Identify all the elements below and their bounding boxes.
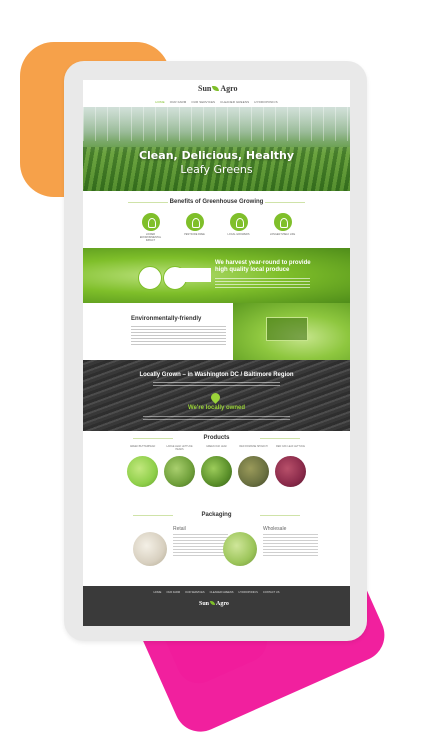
local-text [153, 382, 280, 388]
site-logo[interactable]: Sun Agro [198, 84, 238, 93]
footer-link-our-services[interactable]: Our Services [185, 591, 205, 594]
product-item[interactable]: Green Butterhead [127, 445, 158, 487]
logo-text-sun: Sun [198, 84, 212, 93]
product-image[interactable] [275, 456, 306, 487]
product-label: Green Oak Leaf [206, 445, 227, 448]
locally-owned-heading: We're locally owned [188, 405, 245, 411]
packaging-title: Packaging [201, 512, 232, 518]
harvest-heading: We harvest year-round to provide high qu… [215, 260, 311, 274]
nav-item-cleaner-greens[interactable]: Cleaner Greens [220, 100, 249, 104]
packaging-section: Packaging Retail Wholesale [83, 504, 350, 586]
footer-logo-text-sun: Sun [199, 601, 210, 607]
map-pin-icon [209, 391, 222, 404]
shelf-life-icon [273, 213, 292, 231]
wholesale-image [223, 532, 257, 566]
nav-item-hydroponics[interactable]: Hydroponics [254, 100, 277, 104]
footer-nav: Home Our Farm Our Services Cleaner Green… [83, 591, 350, 594]
benefit-label: Pesticide free [184, 233, 205, 236]
retail-image [133, 532, 167, 566]
divider-right [260, 438, 300, 439]
pesticide-free-icon [185, 213, 204, 231]
product-item[interactable]: Red Romaine Spinach [238, 445, 269, 487]
product-item[interactable]: Green Oak Leaf [201, 445, 232, 487]
hero-banner: Clean, Delicious, Healthy Leafy Greens [83, 107, 350, 191]
benefit-item: Local growers [226, 213, 252, 242]
product-label: Red Romaine Spinach [239, 445, 268, 448]
footer-link-contact-us[interactable]: Contact Us [263, 591, 280, 594]
nav-item-home[interactable]: Home [155, 100, 164, 104]
benefits-section: Benefits of Greenhouse Growing Lower env… [83, 191, 350, 248]
logo-text-agro: Agro [220, 84, 238, 93]
local-heading: Locally Grown – in Washington DC / Balti… [139, 372, 294, 378]
product-label: Green Butterhead [129, 445, 156, 448]
benefit-label: Lower environmental impact [139, 233, 162, 242]
environment-icon [141, 213, 160, 231]
site-footer: Home Our Farm Our Services Cleaner Green… [83, 586, 350, 626]
harvest-text [215, 278, 310, 290]
benefits-title: Benefits of Greenhouse Growing [169, 199, 264, 205]
website-screen: Sun Agro Home Our Farm Our Services Clean… [83, 80, 350, 626]
product-image[interactable] [201, 456, 232, 487]
product-label: Large Leaf Lettuce Heads [166, 445, 193, 451]
benefit-label: Longer shelf life [269, 233, 296, 236]
leaf-icon [212, 86, 220, 91]
local-section: Locally Grown – in Washington DC / Balti… [83, 360, 350, 431]
wholesale-heading: Wholesale [263, 526, 287, 532]
hero-subtitle: Leafy Greens [180, 163, 253, 176]
product-item[interactable]: Large Leaf Lettuce Heads [164, 445, 195, 487]
hero-title: Clean, Delicious, Healthy [138, 149, 295, 162]
product-item[interactable]: Red Oak Leaf Lettuce [275, 445, 306, 487]
products-section: Products Green Butterhead Large Leaf Let… [83, 431, 350, 504]
products-list: Green Butterhead Large Leaf Lettuce Head… [83, 445, 350, 487]
footer-link-cleaner-greens[interactable]: Cleaner Greens [210, 591, 234, 594]
benefit-label: Local growers [227, 233, 250, 236]
product-label: Red Oak Leaf Lettuce [276, 445, 305, 448]
benefit-item: Lower environmental impact [138, 213, 164, 242]
certified-badge-icon [138, 266, 162, 290]
main-nav: Home Our Farm Our Services Cleaner Green… [83, 100, 350, 104]
products-title: Products [203, 435, 230, 441]
retail-heading: Retail [173, 526, 186, 532]
divider-right [265, 202, 305, 203]
benefits-list: Lower environmental impact Pesticide fre… [83, 213, 350, 242]
local-growers-icon [229, 213, 248, 231]
nav-item-our-farm[interactable]: Our Farm [170, 100, 187, 104]
benefit-item: Pesticide free [182, 213, 208, 242]
footer-logo[interactable]: Sun Agro [199, 601, 229, 607]
divider-right [260, 515, 300, 516]
footer-link-home[interactable]: Home [154, 591, 162, 594]
environment-quote-box [266, 317, 308, 341]
environment-section: Environmentally-friendly [83, 303, 350, 360]
product-image[interactable] [127, 456, 158, 487]
benefit-item: Longer shelf life [270, 213, 296, 242]
footer-link-our-farm[interactable]: Our Farm [166, 591, 180, 594]
site-header: Sun Agro Home Our Farm Our Services Clean… [83, 80, 350, 107]
environment-heading: Environmentally-friendly [131, 316, 202, 322]
nav-item-our-services[interactable]: Our Services [191, 100, 215, 104]
footer-logo-text-agro: Agro [216, 601, 229, 607]
wholesale-text [263, 534, 318, 556]
local-owned-text [143, 416, 290, 420]
harvest-callout [173, 268, 211, 282]
footer-link-hydroponics[interactable]: Hydroponics [239, 591, 258, 594]
retail-text [173, 534, 228, 556]
product-image[interactable] [238, 456, 269, 487]
environment-text [131, 326, 226, 346]
greenhouse-roof-image [83, 107, 350, 141]
harvest-section: We harvest year-round to provide high qu… [83, 248, 350, 303]
product-image[interactable] [164, 456, 195, 487]
leaf-icon [210, 601, 216, 605]
